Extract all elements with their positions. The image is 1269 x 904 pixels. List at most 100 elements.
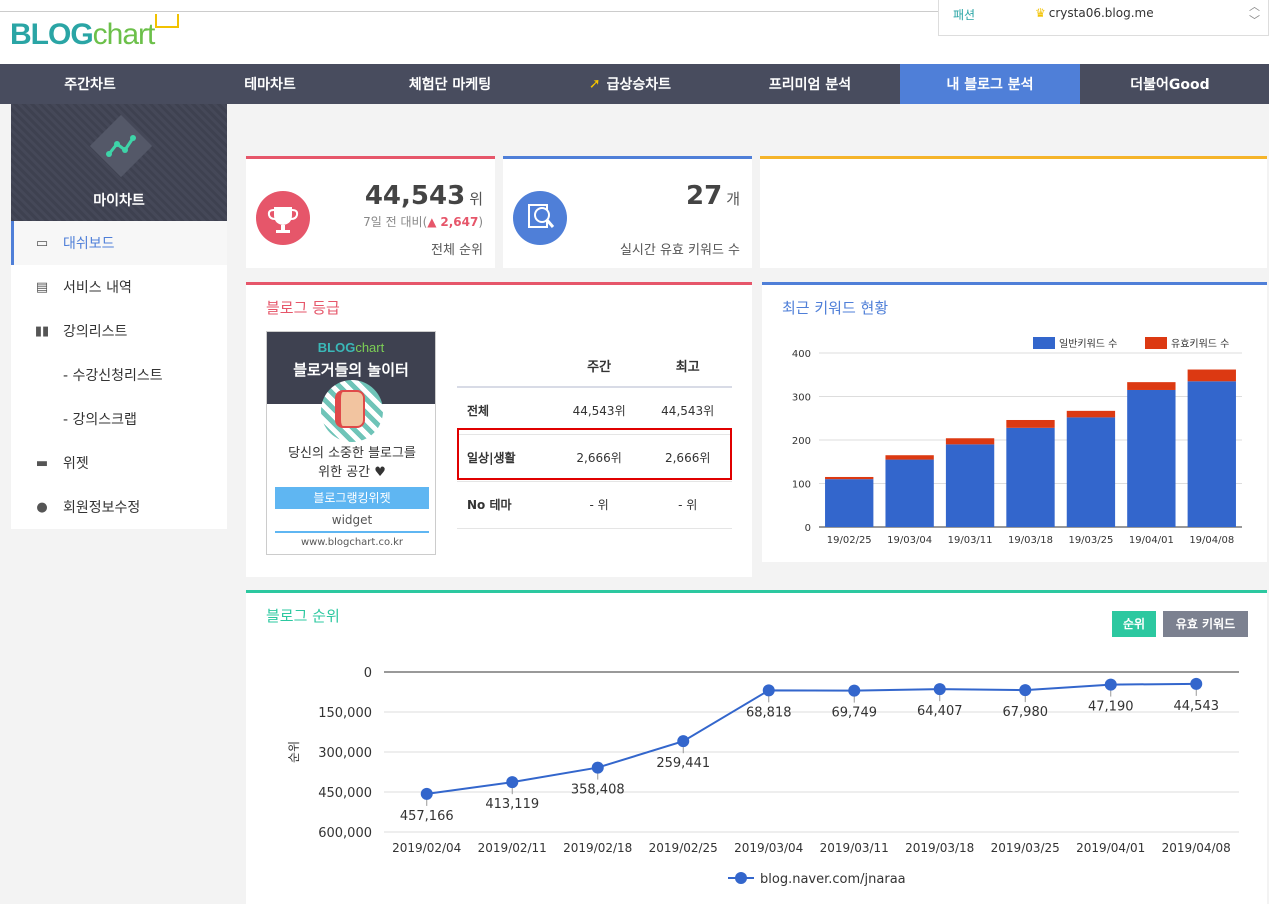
sidebar-item-lecture-scrap[interactable]: - 강의스크랩: [11, 397, 227, 441]
data-point: [677, 735, 690, 748]
user-icon: ●: [36, 499, 48, 515]
bar: [1066, 410, 1116, 418]
x-tick-label: 2019/03/11: [820, 841, 889, 855]
legend-label: 유효키워드 수: [1171, 337, 1229, 350]
trophy-icon: [256, 191, 310, 245]
x-tick-label: 2019/02/11: [478, 841, 547, 855]
point-label: 69,749: [832, 706, 878, 721]
point-label: 47,190: [1088, 700, 1134, 715]
blog-selector[interactable]: 패션 ♛ crysta06.blog.me ︿ ﹀: [938, 0, 1269, 36]
site-logo[interactable]: BLOGchart: [10, 18, 155, 52]
rank-change: 7일 전 대비(▲ 2,647): [363, 215, 483, 229]
sidebar-item-service-history[interactable]: ▤ 서비스 내역: [11, 265, 227, 309]
x-tick-label: 2019/02/04: [392, 841, 461, 855]
y-tick-label: 100: [792, 480, 811, 491]
keyword-status-title: 최근 키워드 현황: [782, 299, 889, 317]
widget-description: 당신의 소중한 블로그를 위한 공간 ♥: [288, 446, 416, 480]
overall-rank-caption: 전체 순위: [431, 243, 483, 258]
keyword-search-icon: [513, 191, 567, 245]
data-point: [1190, 677, 1203, 690]
selector-arrows-icon[interactable]: ︿ ﹀: [1249, 0, 1260, 28]
blog-rank-title: 블로그 순위: [266, 607, 340, 625]
y-tick-label: 300: [792, 393, 811, 404]
sidebar-item-edit-profile[interactable]: ● 회원정보수정: [11, 485, 227, 529]
y-tick-label: 0: [805, 523, 811, 534]
valid-keyword-toggle-button[interactable]: 유효 키워드: [1163, 611, 1248, 637]
rank-toggle-button[interactable]: 순위: [1112, 611, 1156, 637]
x-tick-label: 2019/02/18: [563, 841, 632, 855]
point-label: 413,119: [485, 797, 539, 812]
y-tick-label: 450,000: [318, 786, 372, 801]
bolt-icon: ➚: [588, 76, 601, 92]
x-tick-label: 19/03/25: [1068, 535, 1113, 546]
nav-my-blog-analysis[interactable]: 내 블로그 분석: [900, 64, 1080, 104]
overall-rank-card: 44,543 위 7일 전 대비(▲ 2,647) 전체 순위: [246, 156, 495, 268]
blog-widget-banner[interactable]: BLOGchart 블로거들의 놀이터 당신의 소중한 블로그를 위한 공간 ♥ …: [266, 331, 436, 555]
logo-crown-icon: [155, 14, 179, 28]
data-point: [506, 776, 519, 789]
bar: [1127, 389, 1176, 527]
widget-ranking-button[interactable]: 블로그랭킹위젯: [275, 487, 429, 509]
col-best: 최고: [643, 345, 732, 388]
sidebar-header: 마이차트: [11, 104, 227, 221]
data-point: [762, 684, 775, 697]
bar: [945, 438, 995, 445]
sidebar-item-dashboard[interactable]: ▭ 대쉬보드: [11, 221, 227, 265]
blog-url: crysta06.blog.me: [1048, 6, 1154, 20]
x-tick-label: 19/02/25: [827, 535, 872, 546]
x-tick-label: 19/03/11: [948, 535, 993, 546]
point-label: 259,441: [656, 756, 710, 771]
empty-card: [760, 156, 1267, 268]
point-label: 64,407: [917, 704, 963, 719]
y-tick-label: 0: [364, 666, 372, 681]
widget-icon: ▬: [35, 455, 49, 471]
sidebar-item-widget[interactable]: ▬ 위젯: [11, 441, 227, 485]
highlight-box: [457, 428, 732, 480]
bar: [945, 444, 995, 527]
sidebar-item-lecture-list[interactable]: ▮▮ 강의리스트: [11, 309, 227, 353]
x-tick-label: 2019/02/25: [649, 841, 718, 855]
x-tick-label: 19/03/18: [1008, 535, 1053, 546]
bar: [825, 476, 874, 480]
legend-swatch: [1145, 337, 1167, 349]
keyword-status-card: 최근 키워드 현황 0 100 200 300 400 19/02/25 19/03/04 1…: [762, 282, 1267, 562]
grade-table-header: 주간 최고: [457, 345, 732, 388]
widget-logo: BLOGchart: [317, 340, 385, 355]
nav-weekly-chart[interactable]: 주간차트: [0, 64, 180, 104]
data-point: [591, 761, 604, 774]
widget-slogan: 블로거들의 놀이터: [293, 361, 409, 379]
keyword-count-card: 27 개 실시간 유효 키워드 수: [503, 156, 752, 268]
data-point: [848, 684, 861, 697]
nav-experience-marketing[interactable]: 체험단 마케팅: [360, 64, 540, 104]
keyword-bar-chart: 0 100 200 300 400 19/02/25 19/03/04 19/03/11 19/…: [792, 337, 1242, 546]
sidebar-item-enrollment-list[interactable]: - 수강신청리스트: [11, 353, 227, 397]
bar: [1006, 427, 1055, 527]
y-tick-label: 150,000: [318, 706, 372, 721]
series-line: [426, 682, 1197, 795]
y-axis-label: 순위: [287, 741, 301, 763]
sidebar-title: 마이차트: [93, 193, 145, 209]
legend-label: 일반키워드 수: [1059, 337, 1117, 350]
nav-theme-chart[interactable]: 테마차트: [180, 64, 360, 104]
y-tick-label: 200: [792, 436, 811, 447]
data-point: [933, 683, 946, 696]
nav-premium-analysis[interactable]: 프리미엄 분석: [720, 64, 900, 104]
blog-rank-card: 블로그 순위 순위 유효 키워드 0 150,000 300,000 450,000 6…: [246, 590, 1267, 904]
data-point: [1019, 684, 1032, 697]
nav-rising-chart[interactable]: ➚ 급상승차트: [540, 64, 720, 104]
x-tick-label: 19/04/08: [1189, 535, 1234, 546]
y-tick-label: 300,000: [318, 746, 372, 761]
table-row: 전체 44,543위 44,543위: [457, 387, 732, 435]
x-tick-label: 2019/03/18: [905, 841, 974, 855]
col-weekly: 주간: [554, 345, 644, 388]
book-icon: ▮▮: [34, 323, 50, 339]
receipt-icon: ▤: [35, 279, 49, 295]
nav-together-good[interactable]: 더불어Good: [1080, 64, 1260, 104]
x-tick-label: 19/04/01: [1129, 535, 1174, 546]
data-point: [420, 787, 433, 800]
bar: [825, 479, 874, 527]
bar: [1006, 419, 1055, 428]
sidebar: 마이차트 ▭ 대쉬보드 ▤ 서비스 내역 ▮▮ 강의리스트 - 수강신청리스트 - 강…: [11, 104, 227, 529]
point-label: 67,980: [1003, 705, 1049, 720]
x-tick-label: 19/03/04: [887, 535, 932, 546]
